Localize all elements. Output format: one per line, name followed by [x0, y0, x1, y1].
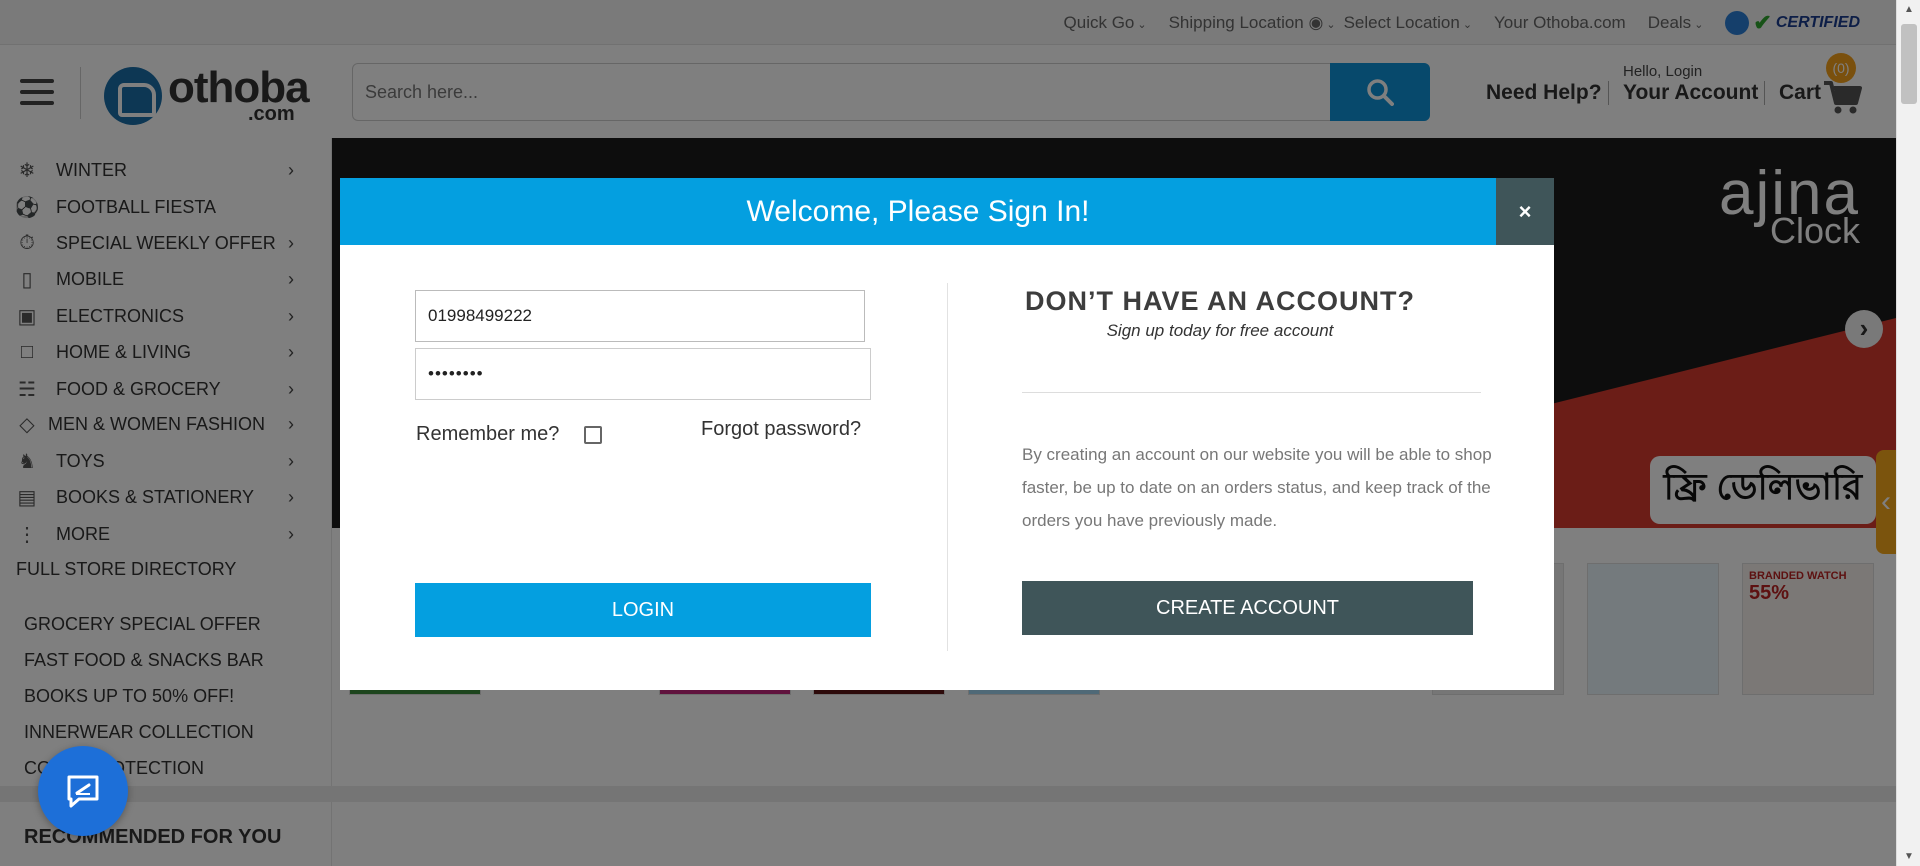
scrollbar-thumb[interactable] — [1901, 24, 1917, 104]
modal-title: Welcome, Please Sign In! — [746, 195, 1090, 228]
signup-divider — [1022, 392, 1481, 393]
modal-column-divider — [947, 283, 948, 651]
login-button[interactable]: LOGIN — [415, 583, 871, 637]
close-icon[interactable]: × — [1496, 178, 1554, 245]
forgot-password-link[interactable]: Forgot password? — [701, 418, 861, 441]
scroll-down-icon[interactable]: ▼ — [1897, 851, 1920, 862]
page-scrollbar[interactable]: ▲ ▼ — [1896, 0, 1920, 866]
sign-in-modal: Welcome, Please Sign In! × Remember me? … — [340, 178, 1554, 690]
chat-icon — [67, 775, 99, 808]
remember-me-checkbox[interactable] — [584, 426, 602, 444]
password-field[interactable] — [415, 348, 871, 400]
phone-field[interactable] — [415, 290, 865, 342]
modal-header: Welcome, Please Sign In! × — [340, 178, 1554, 245]
remember-me-label: Remember me? — [416, 423, 560, 445]
chat-button[interactable] — [38, 746, 128, 836]
signup-benefits-text: By creating an account on our website yo… — [1022, 445, 1492, 530]
signup-heading: DON’T HAVE AN ACCOUNT? — [1025, 286, 1415, 316]
signup-subheading: Sign up today for free account — [1106, 321, 1334, 340]
scroll-up-icon[interactable]: ▲ — [1897, 4, 1920, 15]
create-account-button[interactable]: CREATE ACCOUNT — [1022, 581, 1473, 635]
